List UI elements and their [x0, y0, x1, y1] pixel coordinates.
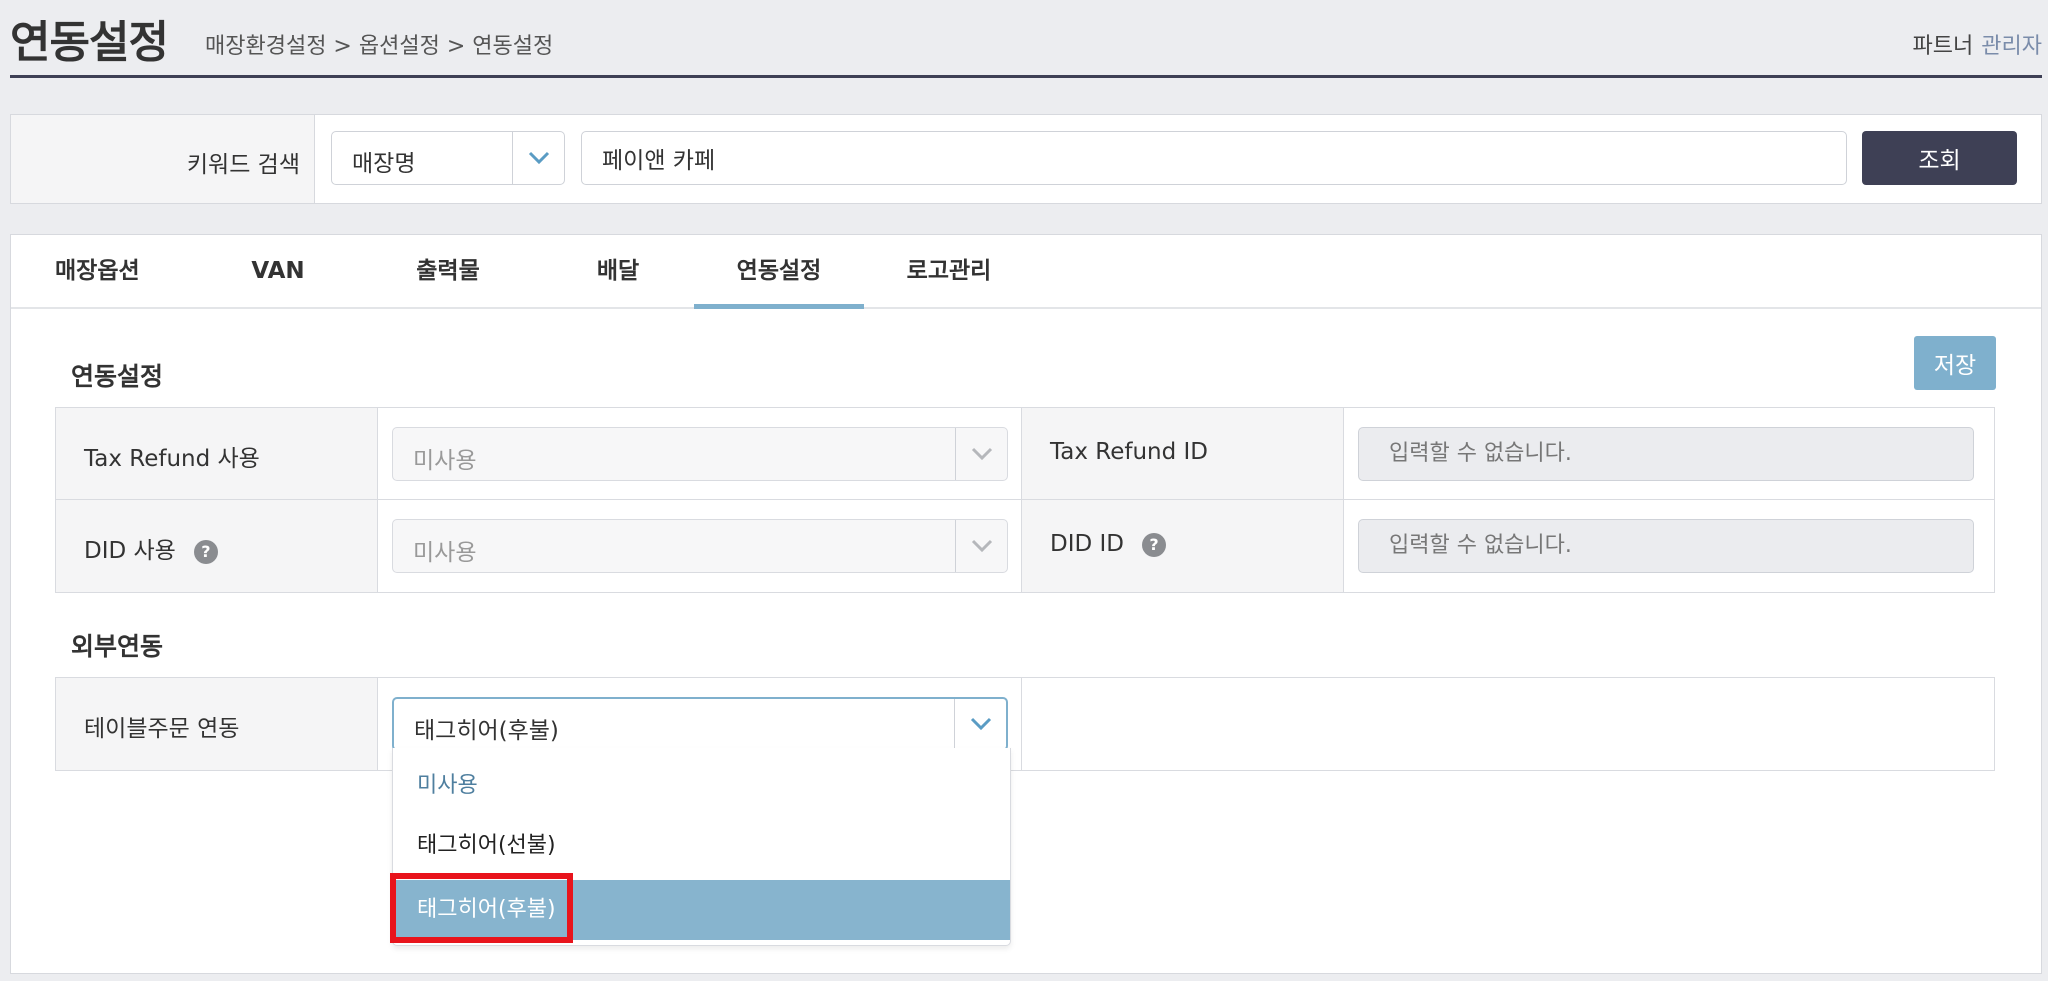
- integration-grid: Tax Refund 사용 미사용 Tax Refund ID 입력할 수 없습…: [55, 407, 1995, 593]
- table-order-empty-cell: [1022, 678, 1994, 770]
- search-type-select[interactable]: 매장명: [331, 131, 565, 185]
- tax-refund-id-label-cell: Tax Refund ID: [1022, 408, 1344, 499]
- tab-integration[interactable]: 연동설정: [694, 235, 864, 309]
- tax-refund-id-value-cell: 입력할 수 없습니다.: [1344, 408, 1994, 499]
- table-order-select[interactable]: 태그히어(후불): [392, 697, 1008, 751]
- search-label-cell: 키워드 검색: [11, 115, 315, 203]
- chevron-down-icon: [955, 520, 1007, 572]
- breadcrumb: 매장환경설정 > 옵션설정 > 연동설정: [205, 34, 554, 59]
- highlight-annotation-box: [390, 873, 573, 943]
- table-order-label: 테이블주문 연동: [84, 716, 240, 742]
- tax-refund-use-value-cell: 미사용: [378, 408, 1022, 499]
- did-use-select[interactable]: 미사용: [392, 519, 1008, 573]
- tab-store-options[interactable]: 매장옵션: [11, 235, 181, 309]
- tax-refund-id-label: Tax Refund ID: [1050, 439, 1209, 465]
- table-order-row: 테이블주문 연동 태그히어(후불): [56, 678, 1994, 770]
- chevron-down-icon: [512, 132, 564, 184]
- tab-printouts[interactable]: 출력물: [363, 235, 533, 309]
- dropdown-option-prepaid[interactable]: 태그히어(선불): [393, 816, 1010, 876]
- search-type-value: 매장명: [352, 151, 416, 177]
- did-use-label-cell: DID 사용?: [56, 500, 378, 592]
- help-icon[interactable]: ?: [1142, 532, 1167, 557]
- user-name: 파트너: [1912, 34, 1974, 59]
- table-order-value: 태그히어(후불): [414, 718, 559, 744]
- external-grid: 테이블주문 연동 태그히어(후불): [55, 677, 1995, 771]
- keyword-input[interactable]: [581, 131, 1847, 185]
- table-order-label-cell: 테이블주문 연동: [56, 678, 378, 770]
- search-panel: 키워드 검색 매장명 조회: [10, 114, 2042, 204]
- chevron-down-icon: [954, 699, 1006, 749]
- did-use-value-cell: 미사용: [378, 500, 1022, 592]
- chevron-down-icon: [955, 428, 1007, 480]
- did-use-label-wrap: DID 사용?: [84, 531, 218, 565]
- dropdown-option-unused[interactable]: 미사용: [393, 756, 1010, 816]
- search-button[interactable]: 조회: [1862, 131, 2017, 185]
- integration-section-title: 연동설정: [71, 362, 164, 391]
- tax-refund-use-value: 미사용: [413, 448, 477, 474]
- did-use-label: DID 사용: [84, 538, 176, 564]
- tax-refund-use-label-cell: Tax Refund 사용: [56, 408, 378, 499]
- help-icon[interactable]: ?: [193, 539, 218, 564]
- user-area[interactable]: 파트너 관리자: [1913, 28, 2042, 60]
- user-role: 관리자: [1981, 34, 2042, 59]
- save-button[interactable]: 저장: [1914, 336, 1996, 390]
- search-label: 키워드 검색: [186, 152, 300, 178]
- tax-refund-id-input[interactable]: 입력할 수 없습니다.: [1358, 427, 1974, 481]
- tab-van[interactable]: VAN: [193, 235, 363, 309]
- tax-refund-use-label: Tax Refund 사용: [84, 446, 260, 472]
- did-use-value: 미사용: [413, 540, 477, 566]
- page-title: 연동설정: [10, 17, 169, 68]
- content-panel: 매장옵션 VAN 출력물 배달 연동설정 로고관리 연동설정 저장 Tax Re…: [10, 234, 2042, 974]
- tab-delivery[interactable]: 배달: [533, 235, 703, 309]
- external-section-title: 외부연동: [71, 632, 164, 661]
- tax-refund-row: Tax Refund 사용 미사용 Tax Refund ID 입력할 수 없습…: [56, 408, 1994, 500]
- tab-logo-management[interactable]: 로고관리: [864, 235, 1034, 309]
- did-id-value-cell: 입력할 수 없습니다.: [1344, 500, 1994, 592]
- did-id-label-wrap: DID ID?: [1050, 531, 1167, 557]
- tax-refund-use-select[interactable]: 미사용: [392, 427, 1008, 481]
- did-id-input[interactable]: 입력할 수 없습니다.: [1358, 519, 1974, 573]
- did-id-label: DID ID: [1050, 531, 1125, 557]
- did-id-label-cell: DID ID?: [1022, 500, 1344, 592]
- page-header: 연동설정 매장환경설정 > 옵션설정 > 연동설정 파트너 관리자: [10, 0, 2042, 78]
- did-row: DID 사용? 미사용 DID ID? 입력할 수 없습니다.: [56, 500, 1994, 592]
- option-tabs: 매장옵션 VAN 출력물 배달 연동설정 로고관리: [11, 235, 2041, 309]
